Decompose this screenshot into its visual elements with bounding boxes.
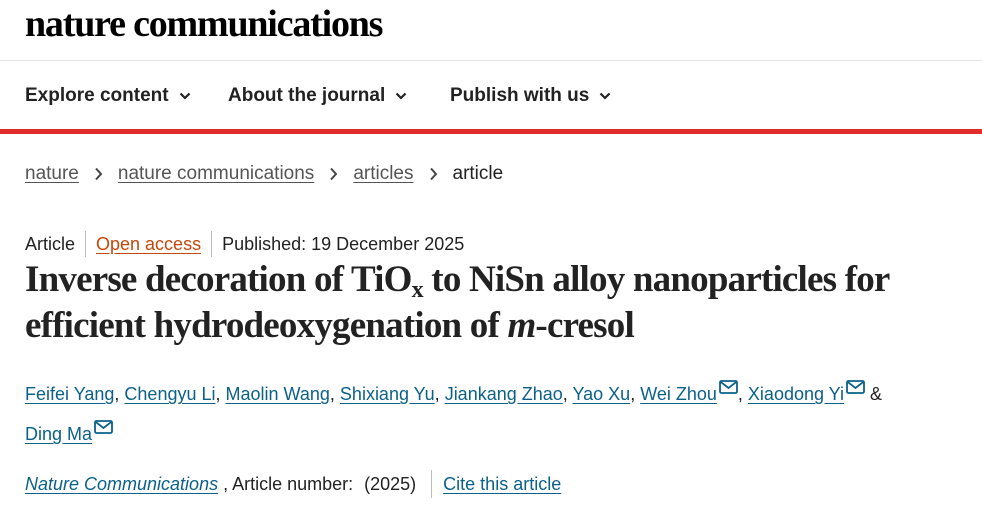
article-title: Inverse decoration of TiOx to NiSn alloy… [25, 257, 965, 349]
accent-divider [0, 129, 982, 134]
nav-item-label: Explore content [25, 85, 169, 106]
chevron-right-icon [429, 167, 437, 181]
nav-explore-content[interactable]: Explore content [25, 85, 191, 107]
author-list: Feifei Yang, Chengyu Li, Maolin Wang, Sh… [25, 374, 965, 454]
email-icon[interactable] [94, 420, 113, 434]
chevron-right-icon [330, 167, 338, 181]
meta-divider [85, 231, 87, 257]
article-number-label: , Article number: [223, 474, 354, 494]
author-link[interactable]: Jiankang Zhao [445, 384, 563, 404]
citation-divider [431, 470, 433, 498]
nav-about-journal[interactable]: About the journal [228, 85, 407, 107]
chevron-down-icon [600, 92, 611, 100]
chevron-down-icon [395, 92, 407, 100]
author-link[interactable]: Shixiang Yu [340, 384, 435, 404]
article-meta: Article Open access Published: 19 Decemb… [25, 231, 464, 257]
breadcrumb-nature[interactable]: nature [25, 162, 79, 186]
breadcrumb: nature nature communications articles ar… [25, 162, 503, 186]
author-link[interactable]: Maolin Wang [226, 384, 330, 404]
site-header: nature communications [0, 0, 982, 61]
open-access-link[interactable]: Open access [96, 232, 201, 256]
article-type: Article [25, 234, 76, 254]
email-icon[interactable] [719, 380, 738, 394]
journal-link[interactable]: Nature Communications [25, 471, 218, 497]
author-link[interactable]: Xiaodong Yi [748, 384, 844, 404]
author-link[interactable]: Yao Xu [572, 384, 630, 404]
title-italic: m [507, 305, 536, 346]
author-link[interactable]: Wei Zhou [640, 384, 717, 404]
title-text: Inverse decoration of TiO [25, 259, 412, 300]
chevron-down-icon [179, 92, 190, 100]
author-link[interactable]: Chengyu Li [124, 384, 215, 404]
title-subscript: x [411, 277, 424, 303]
cite-this-article-link[interactable]: Cite this article [443, 471, 561, 497]
breadcrumb-articles[interactable]: articles [353, 162, 413, 186]
main-nav: Explore content About the journal Publis… [0, 61, 982, 130]
breadcrumb-current: article [452, 163, 504, 184]
nav-item-label: About the journal [228, 85, 386, 106]
nav-publish-with-us[interactable]: Publish with us [450, 85, 611, 107]
authors-connector: & [870, 384, 883, 404]
breadcrumb-nature-communications[interactable]: nature communications [118, 162, 314, 186]
title-text: -cresol [535, 305, 634, 346]
published-date: Published: 19 December 2025 [222, 234, 465, 254]
nav-item-label: Publish with us [450, 85, 590, 106]
citation-year: (2025) [364, 474, 417, 494]
email-icon[interactable] [846, 380, 865, 394]
meta-divider [211, 231, 213, 257]
author-link[interactable]: Feifei Yang [25, 384, 114, 404]
author-link[interactable]: Ding Ma [25, 424, 92, 444]
site-logo[interactable]: nature communications [25, 2, 383, 46]
citation-line: Nature Communications , Article number: … [25, 470, 561, 498]
chevron-right-icon [95, 167, 103, 181]
